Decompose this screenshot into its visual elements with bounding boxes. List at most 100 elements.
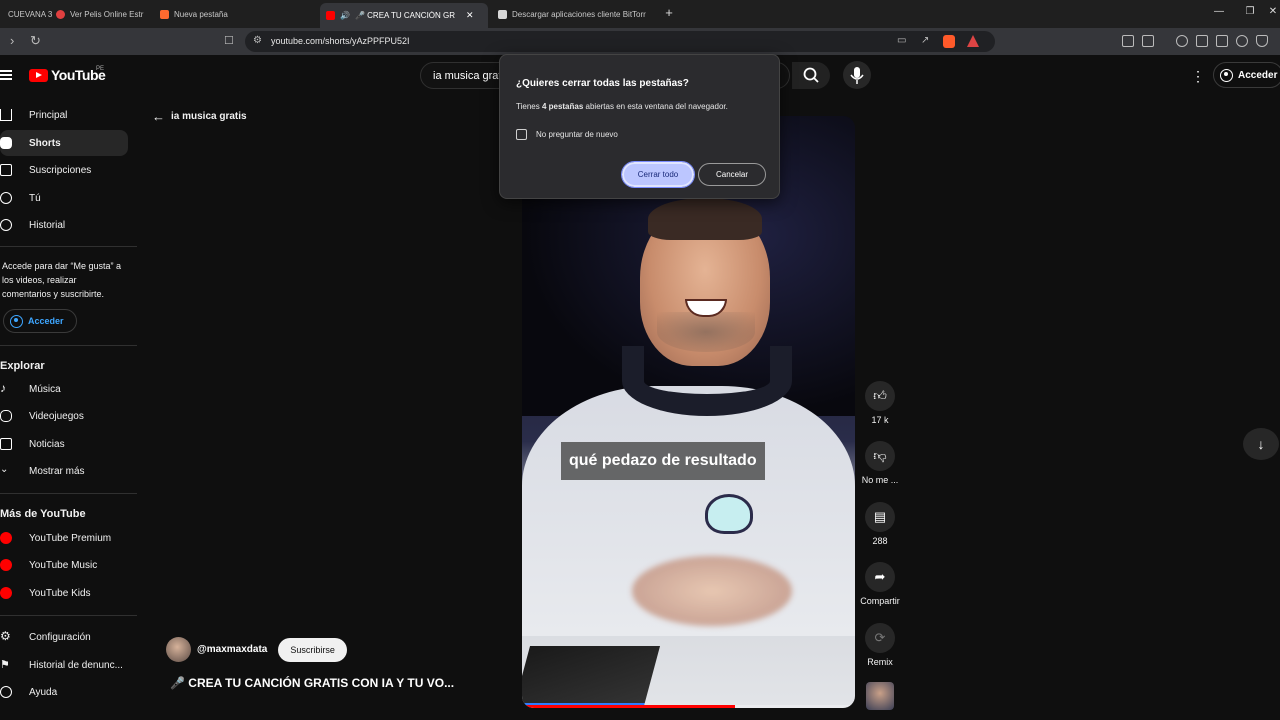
tab-bittorrent[interactable]: Descargar aplicaciones cliente BitTorr xyxy=(492,3,652,25)
sidebar-item-historial-denuncias[interactable]: ⚑ Historial de denunc... xyxy=(0,652,128,678)
brave-rewards-icon[interactable] xyxy=(967,35,979,47)
sidebar-item-historial[interactable]: Historial xyxy=(0,212,128,238)
cancel-button[interactable]: Cancelar xyxy=(698,163,766,186)
dialog-message-suffix: abiertas en esta ventana del navegador. xyxy=(583,102,728,111)
divider xyxy=(0,246,137,247)
divider xyxy=(0,345,137,346)
reload-icon[interactable]: ↻ xyxy=(30,33,41,49)
dont-ask-again-checkbox[interactable] xyxy=(516,129,527,140)
shorts-icon xyxy=(0,137,12,149)
divider xyxy=(0,493,137,494)
voice-search-button[interactable] xyxy=(843,61,871,89)
sidebar-item-configuracion[interactable]: ⚙ Configuración xyxy=(0,624,128,650)
search-button[interactable] xyxy=(792,62,830,89)
extensions-icon[interactable] xyxy=(1122,35,1134,47)
like-button[interactable]: 👍︎ xyxy=(865,381,895,411)
sidebar-item-noticias[interactable]: Noticias xyxy=(0,431,128,457)
header-signin-button[interactable]: Acceder xyxy=(1213,62,1280,88)
remix-label: Remix xyxy=(867,657,893,667)
sidebar-item-shorts[interactable]: Shorts xyxy=(0,130,128,156)
leo-ai-icon[interactable] xyxy=(1236,35,1248,47)
share-icon[interactable]: ↗ xyxy=(921,35,929,46)
sidebar-item-label: Historial xyxy=(29,220,66,231)
browser-tab-bar: CUEVANA 3 Ver Pelis Online Estr Nueva pe… xyxy=(0,0,1280,28)
sidebar-item-ayuda[interactable]: Ayuda xyxy=(0,679,128,705)
sidebar-item-principal[interactable]: Principal xyxy=(0,102,128,128)
sidebar-signin-button[interactable]: Acceder xyxy=(3,309,77,333)
subscribe-button[interactable]: Suscribirse xyxy=(278,637,347,662)
sidebar-item-suscripciones[interactable]: Suscripciones xyxy=(0,157,128,183)
sidebar-toggle-icon[interactable] xyxy=(1142,35,1154,47)
like-action: 👍︎ 17 k xyxy=(856,381,904,425)
close-window-button[interactable]: ✕ xyxy=(1266,6,1280,17)
channel-name[interactable]: @maxmaxdata xyxy=(197,644,267,655)
media-icon[interactable] xyxy=(1176,35,1188,47)
remix-button[interactable]: ⟳ xyxy=(865,623,895,653)
sidebar-item-label: Principal xyxy=(29,110,68,121)
youtube-kids-icon xyxy=(0,587,12,599)
dislike-button[interactable]: 👎︎ xyxy=(865,441,895,471)
sidebar-item-label: Configuración xyxy=(29,632,91,643)
tab-label: CUEVANA 3 xyxy=(8,9,53,19)
forward-icon[interactable]: › xyxy=(10,33,14,48)
browser-toolbar: › ↻ ☐ ⚙ youtube.com/shorts/yAzPPFPU52I ▭… xyxy=(0,28,1280,55)
cast-icon[interactable]: ▭ xyxy=(897,35,906,46)
close-tabs-dialog: ¿Quieres cerrar todas las pestañas? Tien… xyxy=(499,54,780,199)
youtube-logo[interactable]: YouTube xyxy=(29,67,106,83)
channel-row: @maxmaxdata Suscribirse xyxy=(166,637,347,662)
wallet-icon[interactable] xyxy=(1216,35,1228,47)
tab-youtube-active[interactable]: 🔊 🎤 CREA TU CANCIÓN GRAT ✕ xyxy=(320,3,488,28)
more-options-icon[interactable]: ⋮ xyxy=(1191,68,1205,85)
comments-button[interactable]: ▤ xyxy=(865,502,895,532)
site-info-icon[interactable]: ⚙ xyxy=(253,35,262,46)
brave-shields-icon[interactable] xyxy=(943,35,955,48)
remix-icon: ⟳ xyxy=(874,630,886,645)
sound-thumbnail[interactable] xyxy=(866,682,894,710)
channel-avatar[interactable] xyxy=(166,637,191,662)
section-heading-explorar: Explorar xyxy=(0,360,45,372)
remix-action: ⟳ Remix xyxy=(856,623,904,667)
video-title[interactable]: 🎤 CREA TU CANCIÓN GRATIS CON IA Y TU VO.… xyxy=(170,676,454,690)
tab-ver-pelis[interactable]: Ver Pelis Online Estr xyxy=(50,3,150,25)
dislike-label: No me ... xyxy=(861,475,899,485)
you-icon xyxy=(0,192,12,204)
sidebar-item-youtube-premium[interactable]: YouTube Premium xyxy=(0,525,128,551)
url-text[interactable]: youtube.com/shorts/yAzPPFPU52I xyxy=(271,36,410,46)
vpn-icon[interactable] xyxy=(1256,35,1268,47)
chevron-down-icon: ⌄ xyxy=(0,464,9,475)
menu-icon[interactable] xyxy=(0,70,12,80)
tab-label: Descargar aplicaciones cliente BitTorr xyxy=(512,9,646,19)
next-video-button[interactable]: ↓ xyxy=(1243,428,1279,460)
divider xyxy=(0,615,137,616)
speaker-icon[interactable]: 🔊 xyxy=(340,11,350,20)
sidebar-item-mostrar-mas[interactable]: ⌄ Mostrar más xyxy=(0,458,128,484)
new-tab-button[interactable]: + xyxy=(662,5,676,20)
video-progress-bar[interactable] xyxy=(522,705,855,708)
maximize-button[interactable]: ❐ xyxy=(1243,6,1257,17)
sidebar-item-musica[interactable]: ♪ Música xyxy=(0,376,128,402)
sidebar-item-videojuegos[interactable]: Videojuegos xyxy=(0,403,128,429)
tab-close-icon[interactable]: ✕ xyxy=(466,10,474,21)
help-icon xyxy=(0,686,12,698)
address-bar[interactable]: ⚙ youtube.com/shorts/yAzPPFPU52I ▭ ↗ xyxy=(245,31,995,52)
sidebar-item-youtube-kids[interactable]: YouTube Kids xyxy=(0,580,128,606)
sidebar-item-youtube-music[interactable]: YouTube Music xyxy=(0,552,128,578)
sidebar-item-tu[interactable]: Tú xyxy=(0,185,128,211)
signin-prompt-text: Accede para dar “Me gusta” a los videos,… xyxy=(2,261,122,299)
back-to-search-link[interactable]: ← ia musica gratis xyxy=(152,109,247,124)
dont-ask-again-label[interactable]: No preguntar de nuevo xyxy=(536,130,618,139)
youtube-play-icon xyxy=(29,68,48,82)
dialog-message-prefix: Tienes xyxy=(516,102,542,111)
home-icon xyxy=(0,109,12,121)
search-icon xyxy=(803,67,819,83)
reading-list-icon[interactable] xyxy=(1196,35,1208,47)
youtube-favicon-icon xyxy=(326,11,335,20)
minimize-button[interactable]: — xyxy=(1212,6,1226,17)
search-input-value[interactable]: ia musica gratis xyxy=(433,70,509,82)
tab-new-tab[interactable]: Nueva pestaña xyxy=(154,3,304,25)
share-button[interactable]: ➦ xyxy=(865,562,895,592)
bookmark-icon[interactable]: ☐ xyxy=(224,34,234,47)
shorts-video-player[interactable]: qué pedazo de resultado xyxy=(522,116,855,708)
dislike-action: 👎︎ No me ... xyxy=(856,441,904,485)
close-all-button[interactable]: Cerrar todo xyxy=(621,161,695,188)
